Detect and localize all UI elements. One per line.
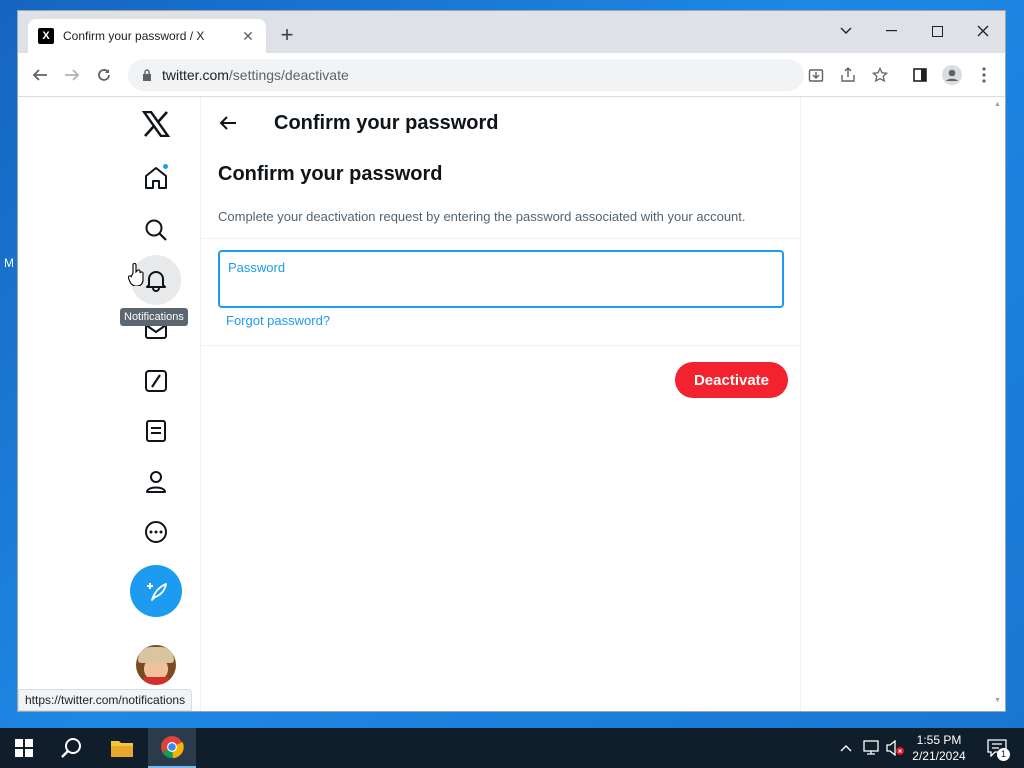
back-arrow-icon[interactable] — [216, 111, 240, 135]
profile-person-icon[interactable] — [131, 457, 181, 507]
feather-plus-icon — [147, 583, 167, 601]
home-icon[interactable] — [131, 153, 181, 203]
x-logo-icon[interactable] — [131, 99, 181, 149]
system-clock[interactable]: 1:55 PM 2/21/2024 — [905, 732, 973, 764]
scroll-down-arrow-icon[interactable]: ▼ — [994, 697, 1001, 704]
page-scrollbar[interactable]: ▲ ▼ — [990, 97, 1005, 711]
file-explorer-icon[interactable] — [98, 728, 146, 768]
chrome-icon[interactable] — [148, 728, 196, 768]
menu-kebab-icon[interactable] — [972, 63, 996, 87]
search-icon[interactable] — [48, 728, 96, 768]
notification-count-badge: 1 — [997, 748, 1010, 761]
action-center-icon[interactable]: 1 — [982, 738, 1012, 761]
profile-icon[interactable] — [940, 63, 964, 87]
search-icon[interactable] — [131, 205, 181, 255]
lock-icon[interactable] — [140, 68, 154, 82]
url-domain: twitter.com — [162, 67, 229, 83]
browser-toolbar: twitter.com/settings/deactivate — [18, 53, 1005, 97]
forgot-password-link[interactable]: Forgot password? — [226, 313, 330, 328]
browser-window: X Confirm your password / X ✕ + twitter.… — [17, 10, 1006, 712]
tab-title: Confirm your password / X — [63, 29, 205, 43]
close-window-button[interactable] — [961, 17, 1005, 45]
reload-icon[interactable] — [92, 63, 116, 87]
x-favicon-icon: X — [38, 28, 54, 44]
more-circle-icon[interactable] — [131, 507, 181, 557]
divider — [201, 238, 801, 239]
link-hover-status: https://twitter.com/notifications — [18, 689, 193, 711]
clock-date: 2/21/2024 — [912, 749, 966, 763]
deactivate-button[interactable]: Deactivate — [675, 362, 788, 398]
notifications-tooltip: Notifications — [120, 308, 188, 326]
taskbar: 1:55 PM 2/21/2024 1 — [0, 728, 1024, 768]
clock-time: 1:55 PM — [916, 733, 962, 747]
maximize-button[interactable] — [915, 17, 959, 45]
scroll-up-arrow-icon[interactable]: ▲ — [994, 101, 1001, 108]
sidebar-nav: Notifications — [18, 97, 201, 711]
network-icon[interactable] — [861, 738, 881, 758]
side-panel-icon[interactable] — [908, 63, 932, 87]
url-text: twitter.com/settings/deactivate — [162, 67, 349, 83]
new-tab-button[interactable]: + — [276, 24, 298, 47]
browser-tab-active[interactable]: X Confirm your password / X ✕ — [28, 19, 266, 53]
tab-strip: X Confirm your password / X ✕ + — [18, 11, 1005, 53]
page-viewport: Notifications Confirm your password Conf… — [18, 97, 1005, 711]
forward-arrow-icon[interactable] — [60, 63, 84, 87]
share-icon[interactable] — [836, 63, 860, 87]
desktop-icon-label-partial: M — [4, 256, 14, 270]
volume-muted-icon[interactable] — [885, 738, 905, 758]
unread-dot — [162, 163, 169, 170]
password-label: Password — [228, 260, 286, 275]
description-text: Complete your deactivation request by en… — [218, 209, 746, 224]
divider — [201, 345, 801, 346]
avatar-hat-shape — [138, 647, 174, 663]
windows-start-icon[interactable] — [0, 728, 48, 768]
password-field[interactable]: Password — [218, 250, 784, 308]
install-app-icon[interactable] — [804, 63, 828, 87]
back-arrow-icon[interactable] — [28, 63, 52, 87]
bookmark-star-icon[interactable] — [868, 63, 892, 87]
url-path: /settings/deactivate — [228, 67, 349, 83]
section-title: Confirm your password — [218, 163, 443, 185]
grok-icon[interactable] — [131, 356, 181, 406]
minimize-button[interactable] — [869, 17, 913, 45]
page-header-title: Confirm your password — [274, 112, 499, 134]
main-column: Confirm your password Confirm your passw… — [201, 97, 801, 711]
show-hidden-icons-chevron-icon[interactable] — [836, 738, 856, 758]
account-avatar[interactable] — [136, 645, 176, 685]
hand-pointer-cursor-icon — [127, 262, 146, 291]
avatar-scarf-shape — [144, 677, 168, 685]
address-bar[interactable]: twitter.com/settings/deactivate — [128, 59, 804, 91]
password-input[interactable] — [228, 280, 768, 300]
compose-post-button[interactable] — [130, 565, 182, 617]
tab-close-icon[interactable]: ✕ — [240, 28, 256, 45]
tab-search-chevron-icon[interactable] — [824, 17, 868, 45]
lists-icon[interactable] — [131, 406, 181, 456]
